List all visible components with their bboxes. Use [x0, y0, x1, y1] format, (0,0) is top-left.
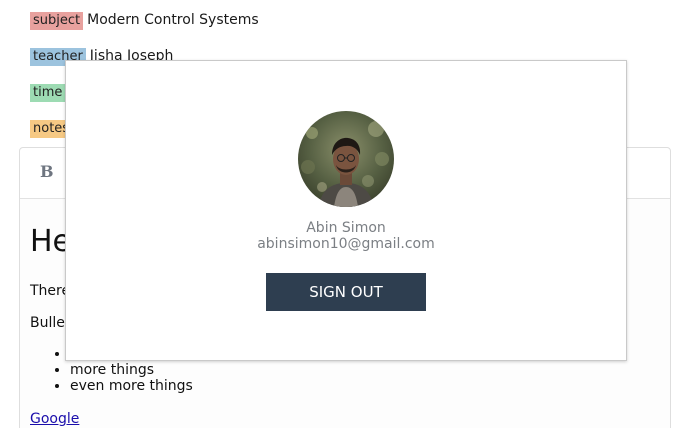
page: subject Modern Control Systems teacher Jis… — [0, 0, 697, 428]
list-item: even more things — [70, 378, 193, 394]
google-link[interactable]: Google — [30, 410, 79, 428]
subject-value: Modern Control Systems — [87, 12, 259, 28]
list-item: more things — [70, 362, 193, 378]
user-email: abinsimon10@gmail.com — [257, 236, 435, 252]
sign-out-button[interactable]: SIGN OUT — [266, 273, 426, 311]
avatar — [298, 111, 394, 207]
subject-tag: subject — [30, 12, 84, 30]
time-tag: time — [30, 84, 66, 102]
subject-row: subject Modern Control Systems — [30, 11, 259, 30]
avatar-photo — [298, 111, 394, 207]
time-row: time — [30, 83, 66, 102]
bold-button[interactable]: B — [40, 162, 56, 182]
account-popup: Abin Simon abinsimon10@gmail.com SIGN OU… — [65, 60, 627, 361]
